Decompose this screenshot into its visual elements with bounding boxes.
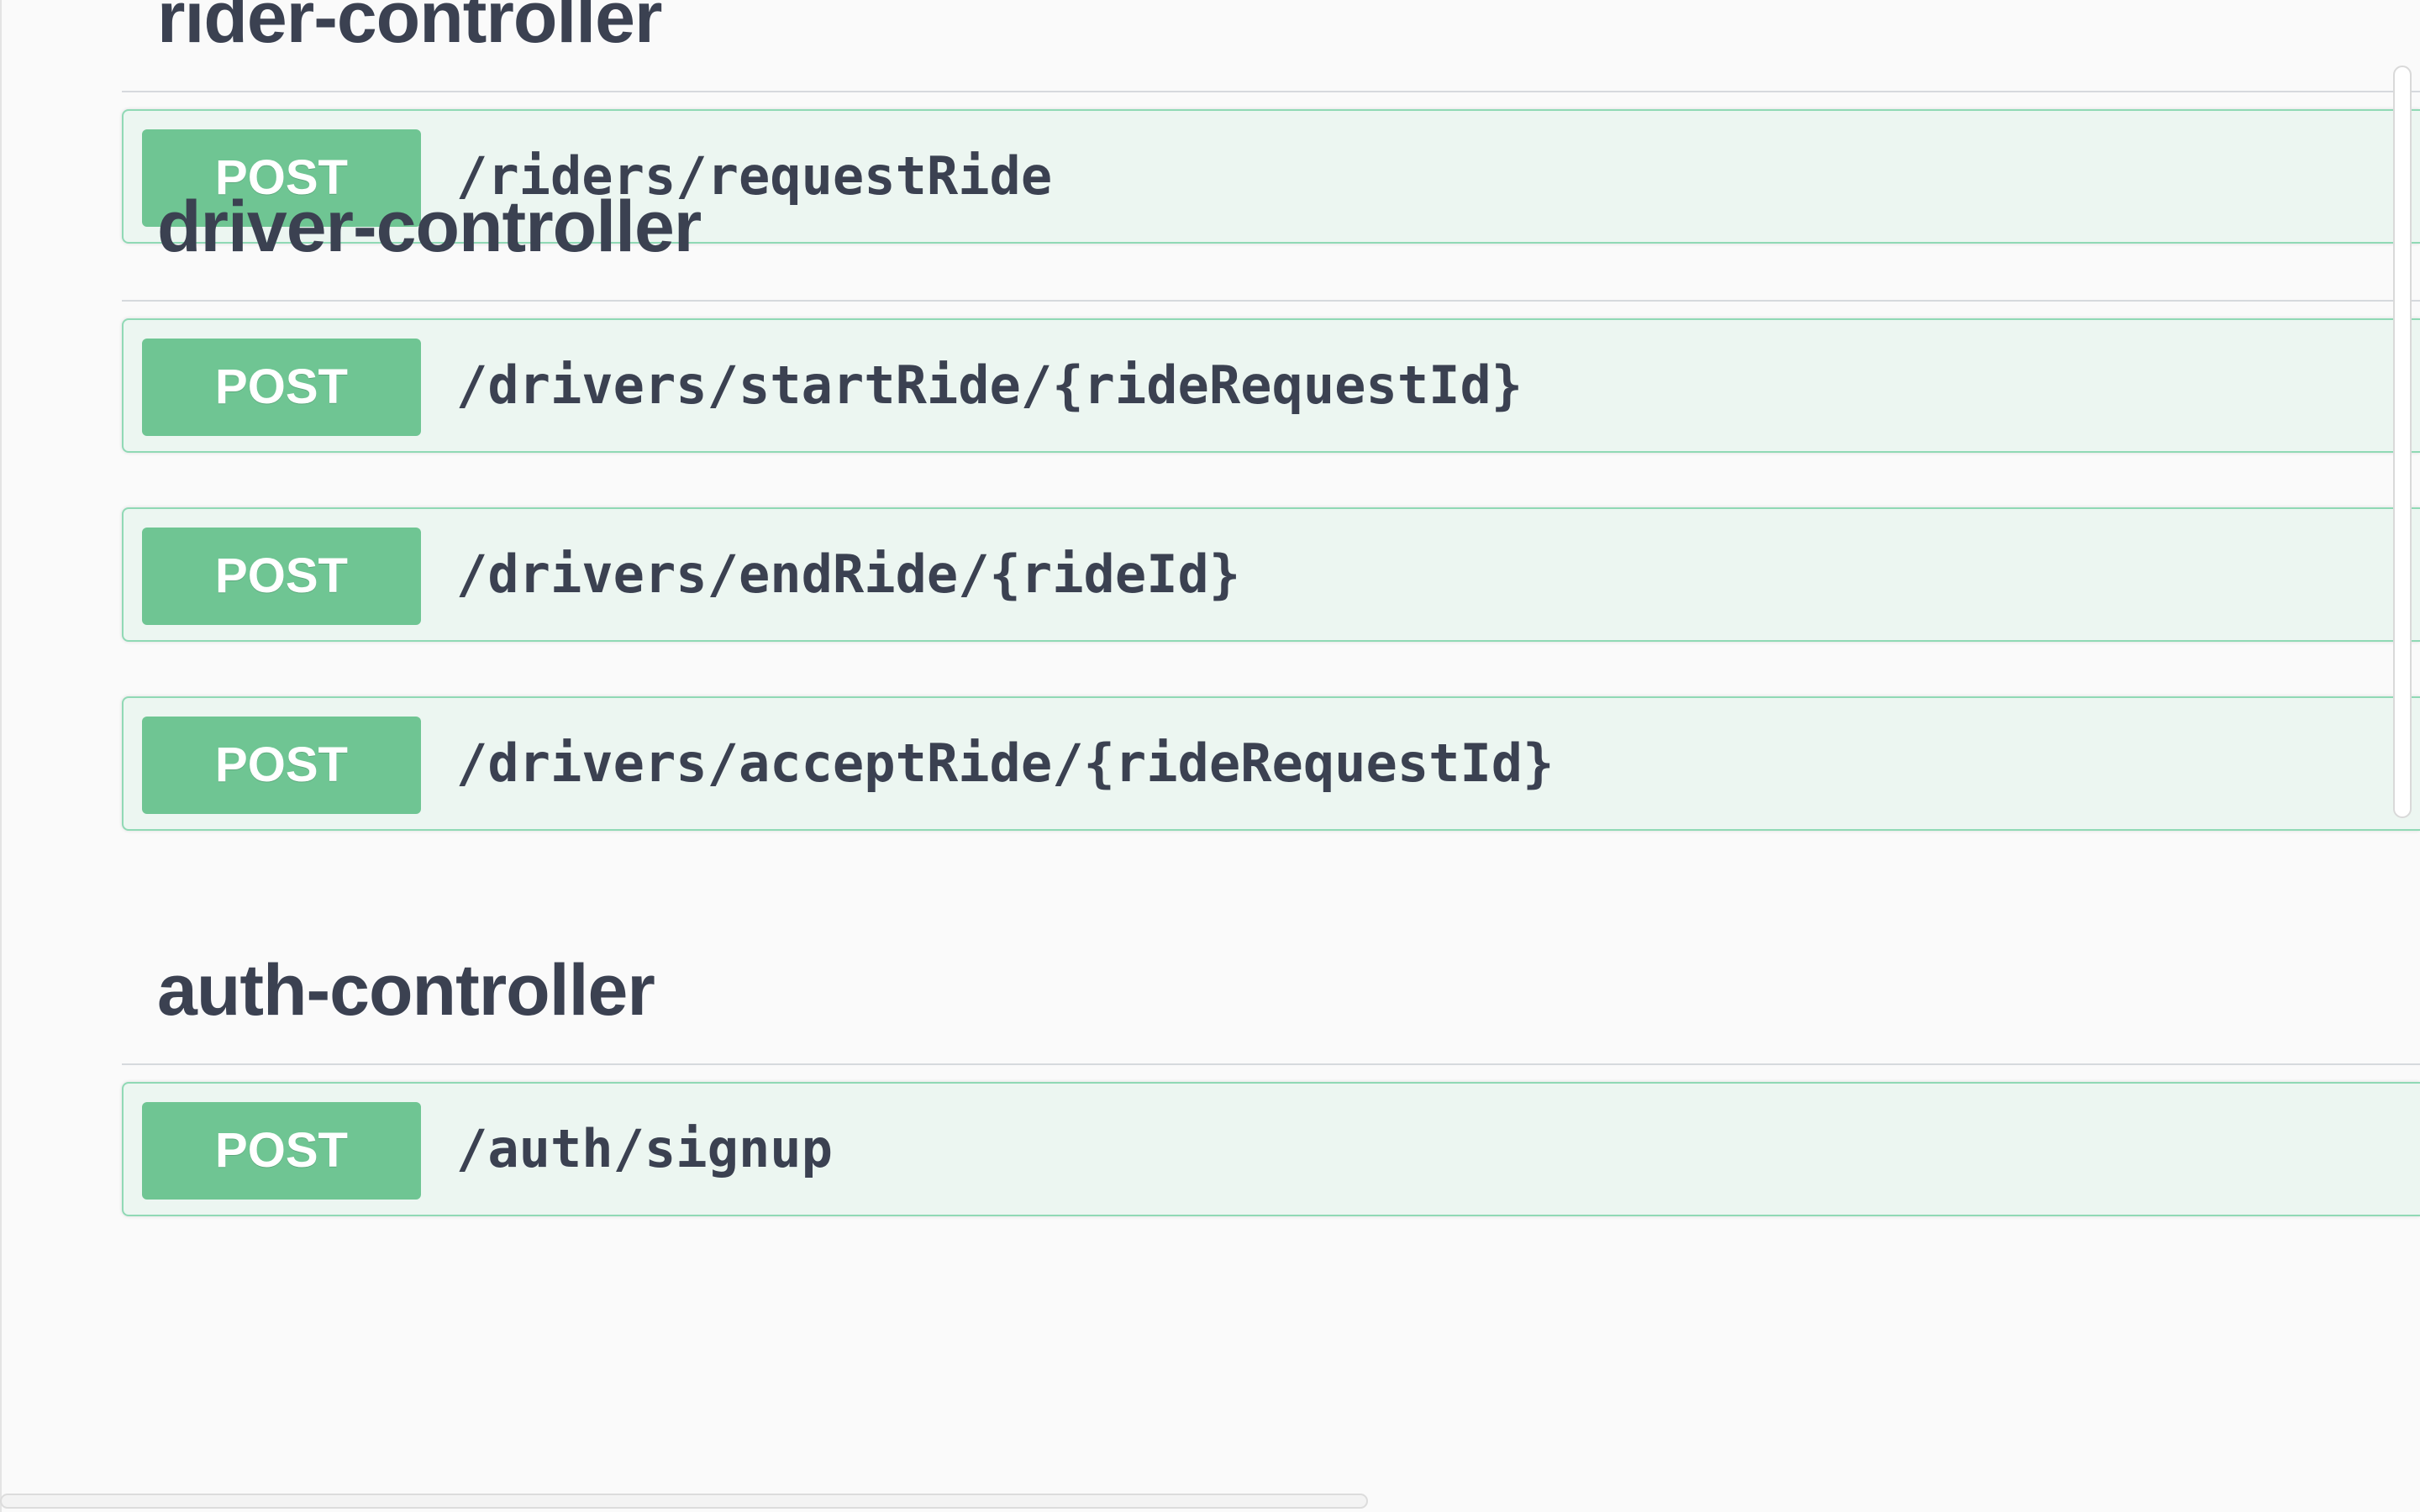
operation-list: POST /auth/signup xyxy=(122,1082,2420,1216)
horizontal-scrollbar[interactable] xyxy=(0,1494,1368,1509)
operation-list: POST /drivers/startRide/{rideRequestId} … xyxy=(122,318,2420,831)
operation-path: /auth/signup xyxy=(456,1118,833,1179)
tag-title: driver-controller xyxy=(157,186,702,267)
tag-header-driver-controller[interactable]: driver-controller xyxy=(122,191,2420,302)
method-badge: POST xyxy=(142,717,421,814)
tag-header-auth-controller[interactable]: auth-controller xyxy=(122,954,2420,1065)
operation-post-drivers-end-ride[interactable]: POST /drivers/endRide/{rideId} xyxy=(122,507,2420,642)
tag-title: auth-controller xyxy=(157,950,655,1031)
method-badge: POST xyxy=(142,528,421,625)
operation-path: /drivers/acceptRide/{rideRequestId} xyxy=(456,732,1555,794)
tag-title: rider-controller xyxy=(157,0,662,58)
tag-section-driver-controller: driver-controller POST /drivers/startRid… xyxy=(122,191,2420,831)
method-badge: POST xyxy=(142,339,421,436)
vertical-scrollbar[interactable] xyxy=(2393,66,2412,818)
tag-header-rider-controller[interactable]: rider-controller xyxy=(122,0,2420,92)
operation-post-drivers-start-ride[interactable]: POST /drivers/startRide/{rideRequestId} xyxy=(122,318,2420,453)
tag-section-auth-controller: auth-controller POST /auth/signup xyxy=(122,954,2420,1216)
operation-post-drivers-accept-ride[interactable]: POST /drivers/acceptRide/{rideRequestId} xyxy=(122,696,2420,831)
method-badge: POST xyxy=(142,1102,421,1200)
operation-post-auth-signup[interactable]: POST /auth/signup xyxy=(122,1082,2420,1216)
swagger-operations-page: rider-controller POST /riders/requestRid… xyxy=(0,0,2420,1512)
operation-path: /drivers/endRide/{rideId} xyxy=(456,543,1241,605)
operation-path: /drivers/startRide/{rideRequestId} xyxy=(456,354,1523,416)
